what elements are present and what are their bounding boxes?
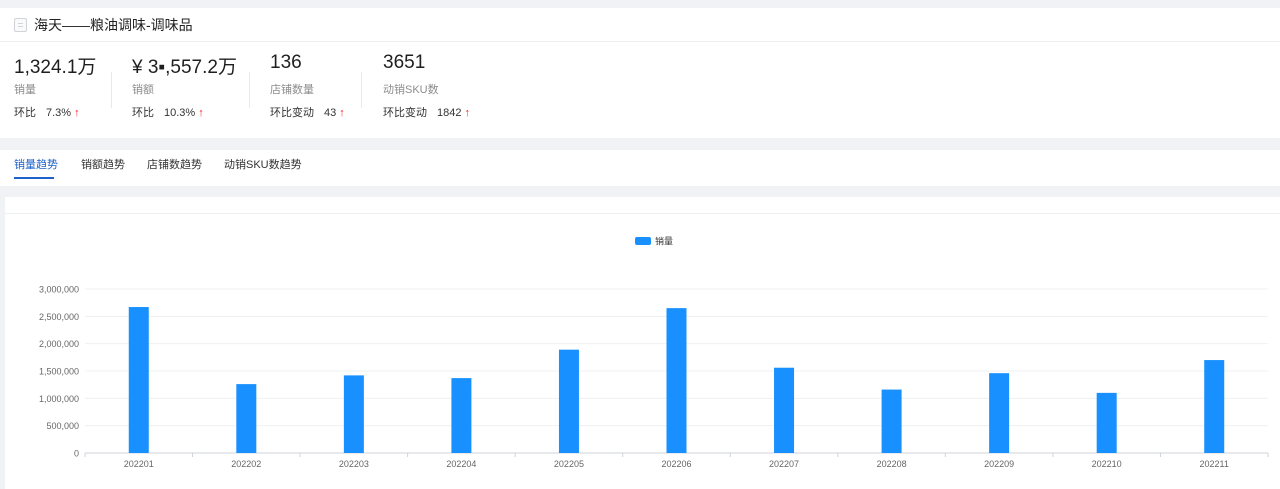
legend-label: 销量 (655, 236, 673, 247)
x-tick-label: 202211 (1200, 459, 1229, 469)
y-tick-label: 500,000 (46, 421, 79, 431)
x-tick-label: 202207 (769, 459, 799, 469)
y-tick-label: 1,500,000 (39, 367, 79, 377)
bar (774, 367, 795, 453)
bar (881, 389, 902, 453)
bar (1204, 360, 1225, 453)
stat-value: 3651 (383, 52, 426, 73)
divider (111, 72, 112, 108)
tab-sales-volume-trend[interactable]: 销量趋势 (14, 156, 58, 172)
y-tick-label: 1,000,000 (39, 394, 79, 404)
stat-change: 环比 7.3% ↑ (14, 104, 80, 120)
x-tick-label: 202210 (1092, 459, 1122, 469)
arrow-up-icon: ↑ (464, 107, 470, 119)
x-tick-label: 202204 (446, 459, 476, 469)
divider (249, 72, 250, 108)
stat-change: 环比变动 1842 ↑ (383, 104, 470, 120)
page-title: 海天——粮油调味-调味品 (34, 16, 193, 33)
y-tick-label: 2,000,000 (39, 339, 79, 349)
tab-active-sku-trend[interactable]: 动销SKU数趋势 (224, 156, 302, 172)
y-tick-label: 2,500,000 (39, 312, 79, 322)
x-tick-label: 202202 (231, 459, 261, 469)
stat-label: 销量 (14, 84, 36, 96)
tab-store-count-trend[interactable]: 店铺数趋势 (147, 156, 202, 172)
change-value: 10.3% (164, 107, 196, 119)
change-value: 1842 (437, 107, 462, 119)
legend-swatch (635, 237, 651, 245)
x-tick-label: 202206 (661, 459, 691, 469)
chart-panel: 0 500,000 1,000,000 1,500,000 2,000,000 2,500… (5, 197, 1280, 489)
change-value: 43 (324, 107, 337, 119)
bar (1096, 392, 1117, 453)
trend-tabs: 销量趋势 销额趋势 店铺数趋势 动销SKU数趋势 (0, 150, 1280, 186)
bar (236, 384, 257, 453)
bar (128, 307, 149, 453)
arrow-up-icon: ↑ (198, 107, 204, 119)
x-tick-label: 202208 (877, 459, 907, 469)
stat-value: 1,324.1万 (14, 57, 97, 78)
stat-value: 136 (270, 52, 302, 73)
stat-label: 店铺数量 (270, 84, 314, 96)
bar (558, 349, 579, 453)
stat-label: 销额 (132, 84, 154, 96)
change-label: 环比 (14, 107, 36, 119)
stat-label: 动销SKU数 (383, 84, 439, 96)
arrow-up-icon: ↑ (339, 107, 345, 119)
y-tick-label: 0 (74, 449, 79, 459)
arrow-up-icon: ↑ (74, 107, 80, 119)
bar (451, 378, 472, 453)
stat-change: 环比 10.3% ↑ (132, 104, 204, 120)
change-label: 环比 (132, 107, 154, 119)
bar (666, 308, 687, 453)
bar (343, 375, 364, 453)
title-bar: 海天——粮油调味-调味品 (0, 8, 1280, 42)
change-label: 环比变动 (270, 107, 314, 119)
x-tick-label: 202203 (339, 459, 369, 469)
stats-row: 1,324.1万 销量 环比 7.3% ↑ ¥ 3▪,557.2万 销额 环比 10.… (0, 48, 1280, 128)
change-value: 7.3% (46, 107, 72, 119)
stat-value: ¥ 3▪,557.2万 (132, 57, 237, 78)
change-label: 环比变动 (383, 107, 427, 119)
bar (989, 373, 1010, 453)
stat-change: 环比变动 43 ↑ (270, 104, 345, 120)
x-tick-label: 202205 (554, 459, 584, 469)
bar-chart: 0 500,000 1,000,000 1,500,000 2,000,000 2,500… (39, 236, 1269, 469)
tab-sales-amount-trend[interactable]: 销额趋势 (81, 156, 125, 172)
document-icon (14, 17, 27, 32)
x-tick-label: 202201 (124, 459, 154, 469)
y-tick-label: 3,000,000 (39, 285, 79, 295)
x-tick-label: 202209 (984, 459, 1014, 469)
divider (361, 72, 362, 108)
active-tab-indicator (14, 177, 54, 179)
summary-card: 海天——粮油调味-调味品 1,324.1万 销量 环比 7.3% ↑ ¥ 3▪,55… (0, 8, 1280, 138)
